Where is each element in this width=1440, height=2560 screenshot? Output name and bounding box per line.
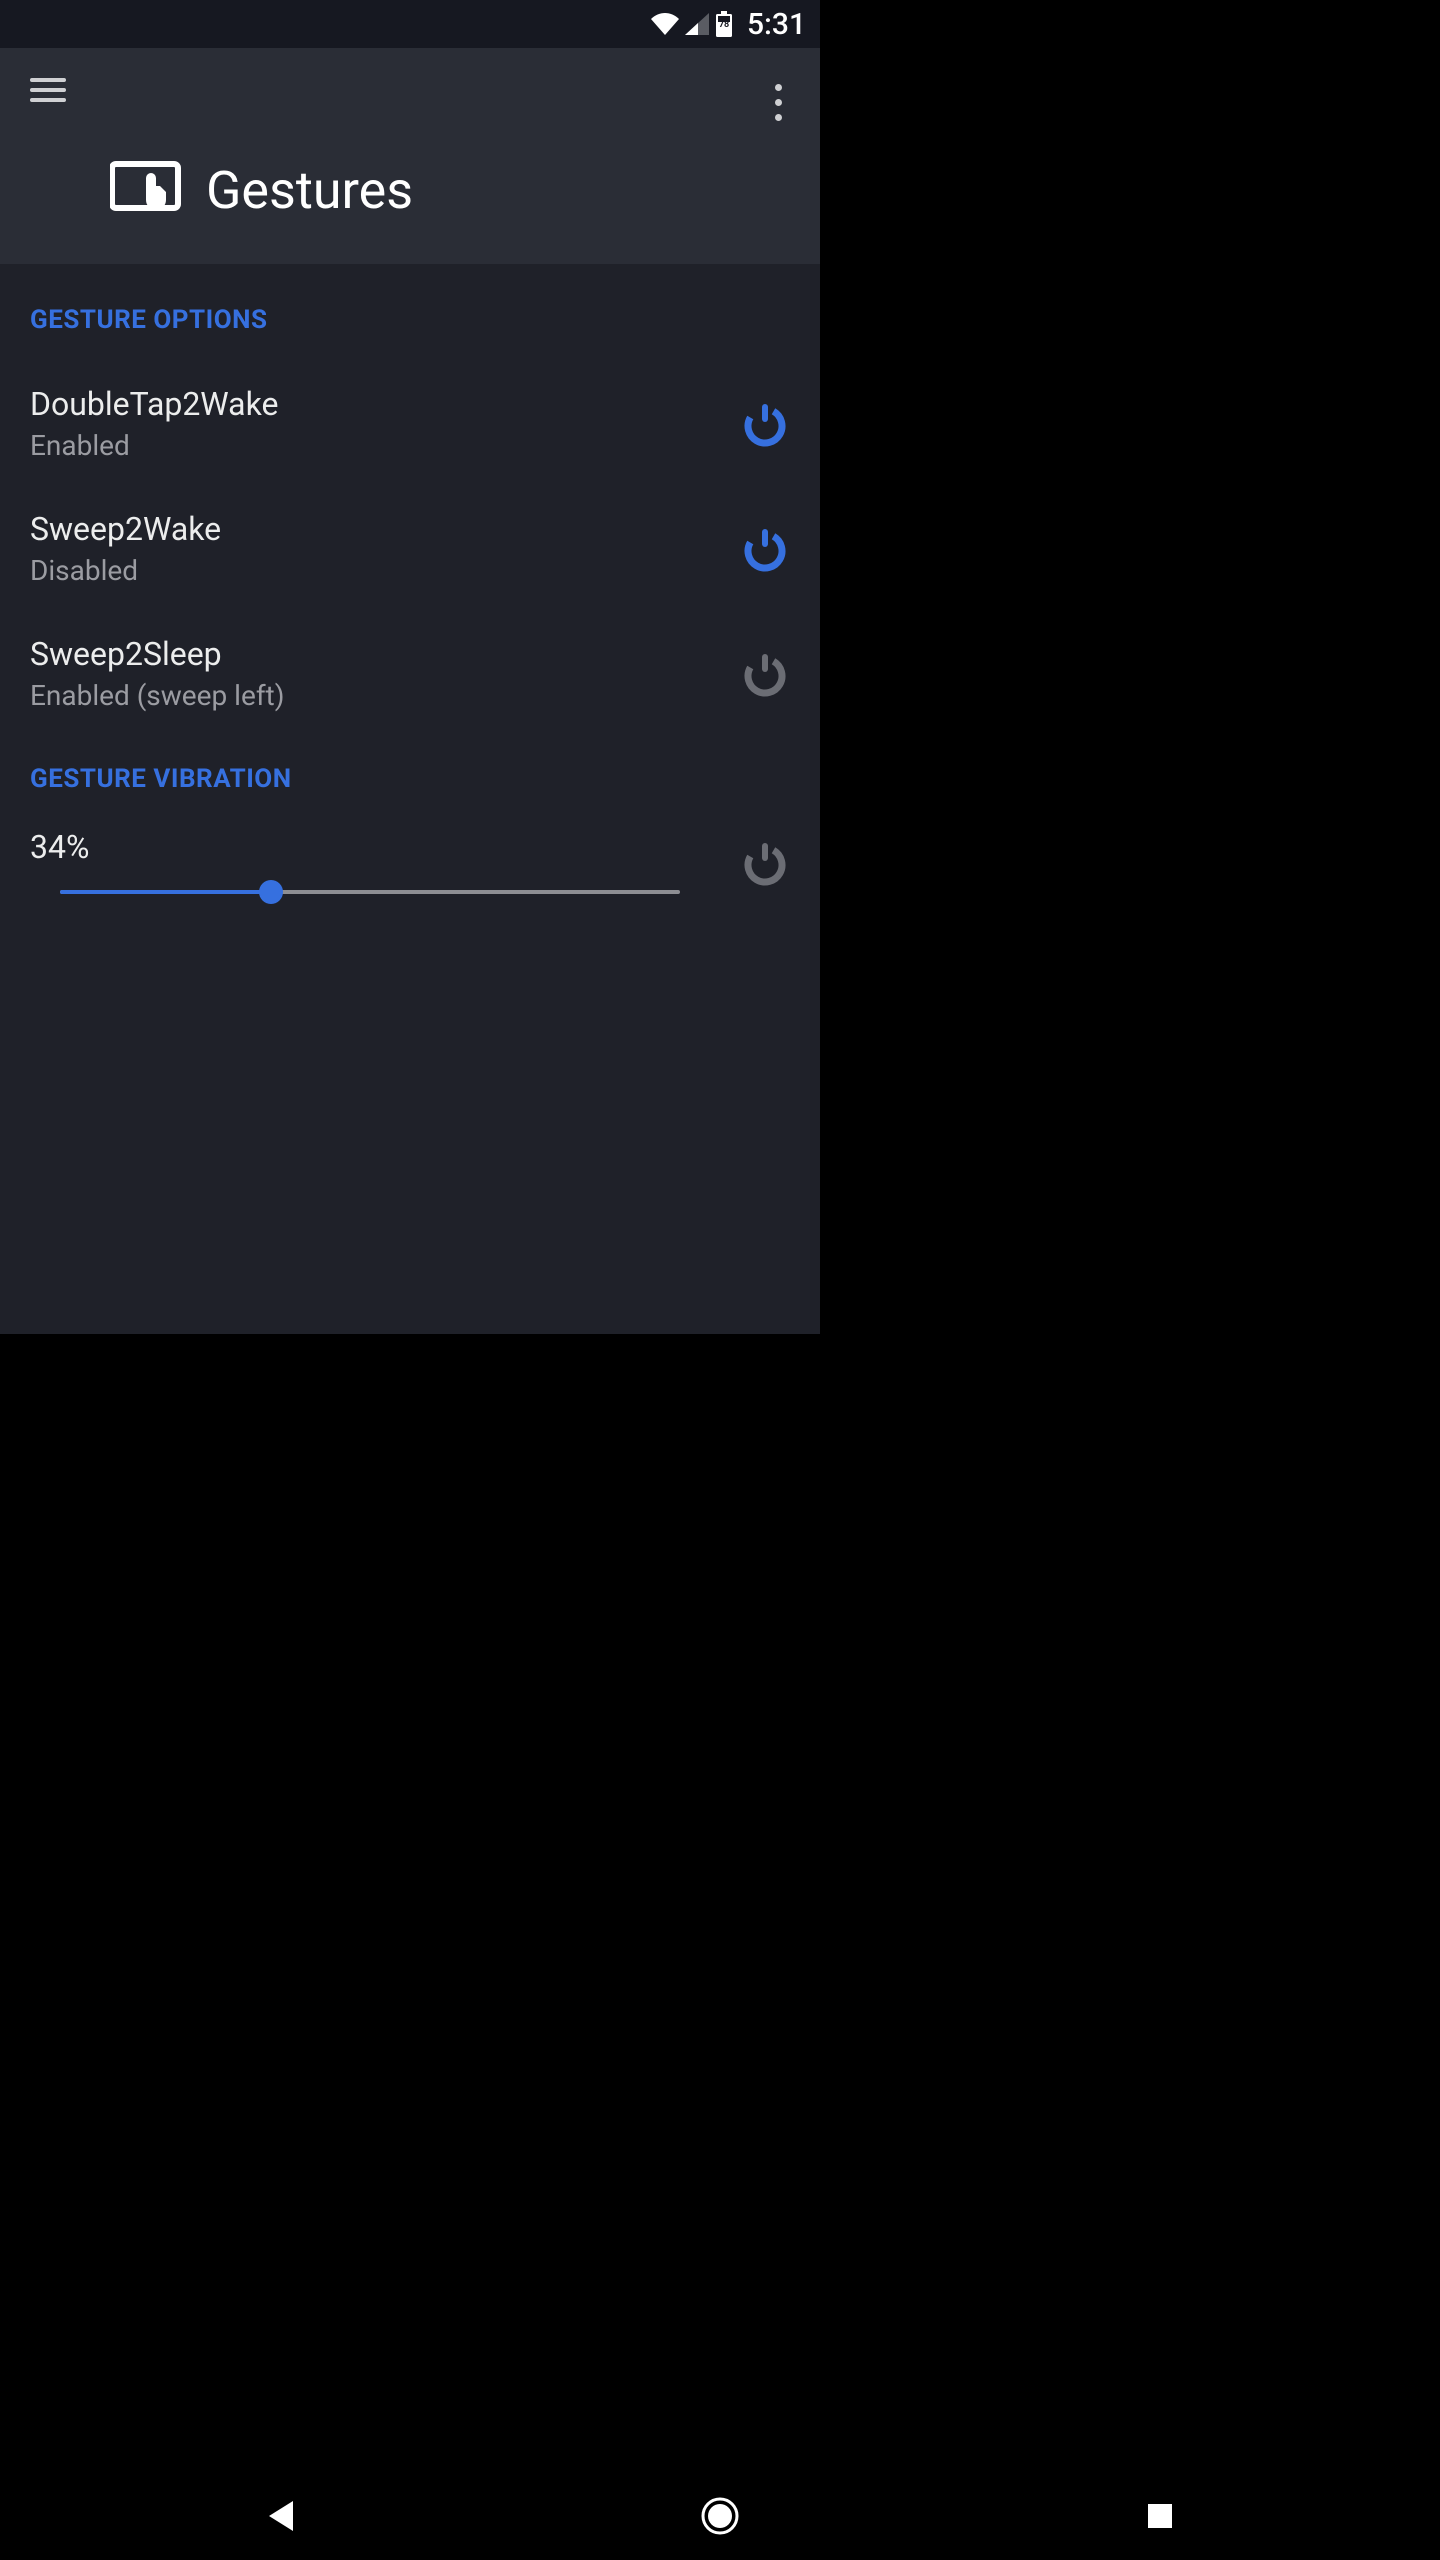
pref-title: Sweep2Sleep <box>30 635 284 673</box>
pref-title: Sweep2Wake <box>30 510 221 548</box>
content-area: GESTURE OPTIONS DoubleTap2Wake Enabled S… <box>0 265 820 1334</box>
pref-sweep2sleep[interactable]: Sweep2Sleep Enabled (sweep left) <box>30 615 790 740</box>
pref-title: DoubleTap2Wake <box>30 385 278 423</box>
wifi-icon <box>651 13 679 35</box>
nav-back-button[interactable] <box>258 2494 302 2538</box>
nav-recents-button[interactable] <box>1138 2494 1182 2538</box>
cell-signal-icon <box>685 13 709 35</box>
page-title: Gestures <box>206 160 413 221</box>
power-toggle-icon[interactable] <box>740 649 790 699</box>
status-bar: 78 5:31 <box>0 0 820 48</box>
navigation-bar <box>0 2472 1440 2560</box>
touch-gesture-icon <box>110 158 184 222</box>
power-toggle-icon[interactable] <box>740 399 790 449</box>
power-toggle-icon[interactable] <box>740 524 790 574</box>
vibration-slider[interactable] <box>60 890 680 894</box>
status-time: 5:31 <box>747 7 806 42</box>
hamburger-menu-icon[interactable] <box>30 78 66 102</box>
power-toggle-icon[interactable] <box>740 838 790 888</box>
battery-percent-text: 78 <box>719 20 729 30</box>
vibration-value-label: 34% <box>30 828 710 866</box>
pref-subtitle: Disabled <box>30 554 221 587</box>
section-header-gesture-options: GESTURE OPTIONS <box>30 305 790 335</box>
pref-subtitle: Enabled (sweep left) <box>30 679 284 712</box>
section-header-gesture-vibration: GESTURE VIBRATION <box>30 764 790 794</box>
pref-doubletap2wake[interactable]: DoubleTap2Wake Enabled <box>30 365 790 490</box>
app-bar: Gestures <box>0 48 820 265</box>
pref-sweep2wake[interactable]: Sweep2Wake Disabled <box>30 490 790 615</box>
overflow-menu-icon[interactable] <box>755 78 802 127</box>
battery-icon: 78 <box>715 11 733 37</box>
pref-vibration: 34% <box>30 824 790 918</box>
nav-home-button[interactable] <box>698 2494 742 2538</box>
pref-subtitle: Enabled <box>30 429 278 462</box>
